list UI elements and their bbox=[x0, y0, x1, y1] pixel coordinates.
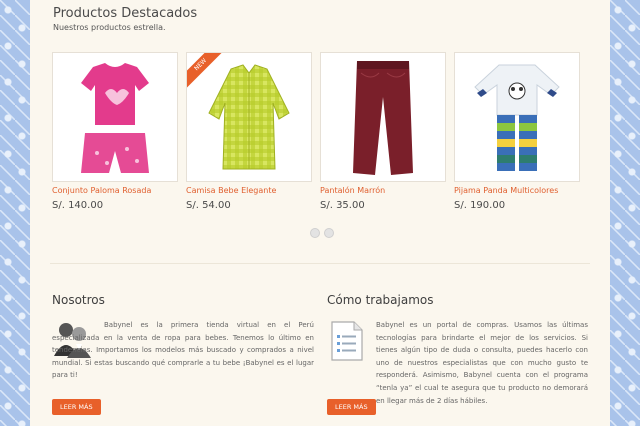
section-divider bbox=[50, 263, 590, 264]
about-read-more-button[interactable]: LEER MÁS bbox=[52, 399, 101, 415]
featured-title: Productos Destacados bbox=[53, 6, 198, 21]
product-name[interactable]: Camisa Bebe Elegante bbox=[186, 186, 276, 195]
product-image[interactable] bbox=[320, 52, 446, 182]
featured-subtitle: Nuestros productos estrella. bbox=[53, 23, 166, 32]
product-name[interactable]: Conjunto Paloma Rosada bbox=[52, 186, 151, 195]
product-price: S/. 35.00 bbox=[320, 200, 365, 211]
how-title: Cómo trabajamos bbox=[327, 293, 434, 307]
how-read-more-button[interactable]: LEER MÁS bbox=[327, 399, 376, 415]
document-list-icon bbox=[330, 320, 364, 362]
carousel-dot[interactable] bbox=[310, 228, 320, 238]
product-price: S/. 54.00 bbox=[186, 200, 231, 211]
about-text: Babynel es la primera tienda virtual en … bbox=[52, 321, 314, 380]
product-name[interactable]: Pantalón Marrón bbox=[320, 186, 385, 195]
product-card[interactable]: Pantalón Marrón S/. 35.00 bbox=[320, 52, 446, 211]
page-content: Productos Destacados Nuestros productos … bbox=[30, 0, 610, 426]
product-price: S/. 140.00 bbox=[52, 200, 104, 211]
product-card[interactable]: NEW Camisa Bebe Elegante S/. 54.00 bbox=[186, 52, 312, 211]
product-image[interactable]: NEW bbox=[186, 52, 312, 182]
product-image[interactable] bbox=[52, 52, 178, 182]
about-title: Nosotros bbox=[52, 293, 105, 307]
how-text: Babynel es un portal de compras. Usamos … bbox=[376, 321, 588, 405]
left-pattern-border bbox=[0, 0, 30, 426]
product-image[interactable] bbox=[454, 52, 580, 182]
product-name[interactable]: Pijama Panda Multicolores bbox=[454, 186, 558, 195]
product-card[interactable]: Conjunto Paloma Rosada S/. 140.00 bbox=[52, 52, 178, 211]
right-pattern-border bbox=[610, 0, 640, 426]
carousel-dot[interactable] bbox=[324, 228, 334, 238]
product-price: S/. 190.00 bbox=[454, 200, 506, 211]
product-card[interactable]: Pijama Panda Multicolores S/. 190.00 bbox=[454, 52, 580, 211]
